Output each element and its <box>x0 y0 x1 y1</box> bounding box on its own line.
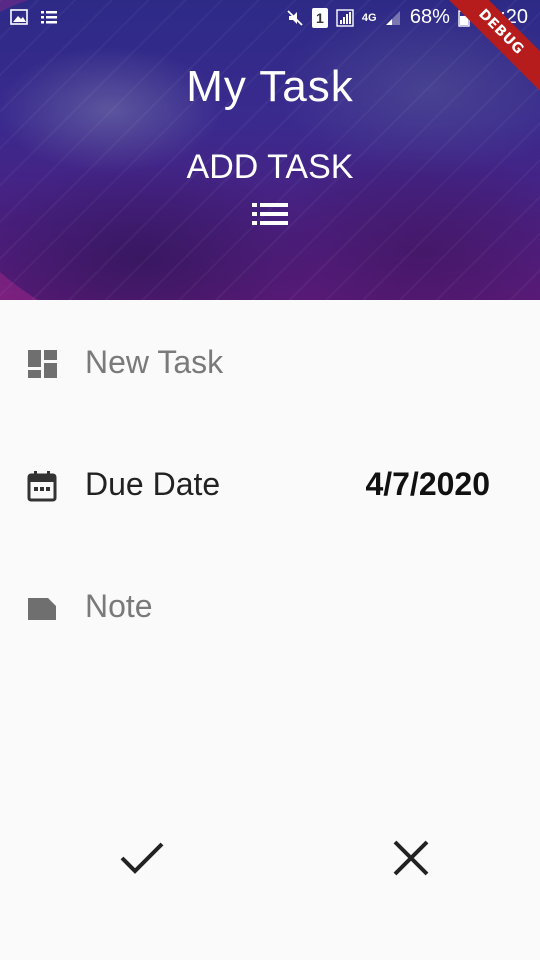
list-icon <box>41 11 57 24</box>
calendar-icon <box>27 471 57 502</box>
signal-icon <box>336 8 354 27</box>
task-input[interactable]: New Task <box>85 344 223 381</box>
signal-weak-icon <box>385 10 400 25</box>
network-4g-icon: 4G <box>361 11 377 24</box>
sim-icon: 1 <box>311 7 328 28</box>
page-title: ADD TASK <box>186 148 354 186</box>
due-date-row[interactable]: Due Date 4/7/2020 <box>0 452 540 512</box>
image-icon <box>10 9 28 25</box>
due-date-value[interactable]: 4/7/2020 <box>365 466 490 503</box>
note-row[interactable]: Note <box>0 574 540 634</box>
check-icon <box>120 842 164 874</box>
list-icon <box>252 203 288 225</box>
cancel-button[interactable] <box>381 828 441 888</box>
label-icon <box>28 598 56 620</box>
task-row[interactable]: New Task <box>0 330 540 390</box>
note-input[interactable]: Note <box>85 588 153 625</box>
battery-percent: 68% <box>409 6 450 28</box>
due-date-label: Due Date <box>85 466 221 502</box>
dashboard-icon <box>28 350 57 378</box>
mute-icon <box>287 9 303 26</box>
close-icon <box>393 840 429 876</box>
app-title: My Task <box>186 62 354 111</box>
confirm-button[interactable] <box>112 828 172 888</box>
